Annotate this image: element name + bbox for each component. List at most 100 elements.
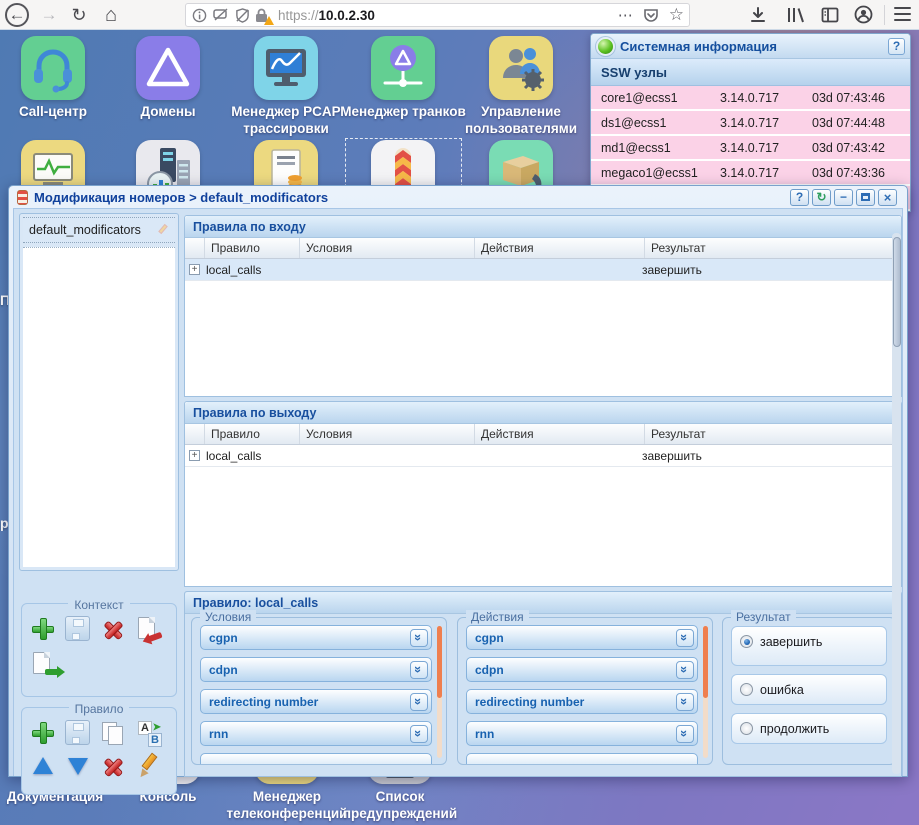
expand-panel-button[interactable]: » bbox=[676, 693, 694, 711]
action-label: cgpn bbox=[467, 631, 676, 645]
rule-name: local_calls bbox=[200, 263, 291, 277]
copy-rule-button[interactable] bbox=[100, 720, 127, 747]
rule-row[interactable]: + local_calls завершить bbox=[185, 445, 901, 467]
app-tile-trunk-manager[interactable] bbox=[371, 36, 435, 100]
expand-panel-button[interactable]: » bbox=[676, 629, 694, 647]
rule-row-selected[interactable]: + local_calls завершить bbox=[185, 259, 901, 281]
column-header[interactable]: Результат bbox=[645, 238, 901, 258]
reload-icon[interactable]: ↻ bbox=[66, 2, 92, 28]
bookmark-star-icon[interactable]: ☆ bbox=[669, 5, 684, 25]
insecure-lock-warning-icon[interactable] bbox=[255, 8, 271, 23]
actions-scrollbar[interactable] bbox=[703, 626, 708, 758]
save-rule-button[interactable] bbox=[65, 720, 92, 747]
context-list-empty-area[interactable] bbox=[23, 247, 175, 567]
expand-panel-button[interactable]: » bbox=[410, 725, 428, 743]
rename-rule-button[interactable]: A➤B bbox=[135, 720, 162, 747]
help-button[interactable]: ? bbox=[888, 38, 905, 55]
app-tile-pcap-manager[interactable] bbox=[254, 36, 318, 100]
action-item-partial[interactable] bbox=[466, 753, 698, 764]
window-help-button[interactable]: ? bbox=[790, 189, 809, 206]
rule-toolbox-legend: Правило bbox=[69, 702, 130, 716]
expand-panel-button[interactable]: » bbox=[410, 629, 428, 647]
column-header[interactable]: Результат bbox=[645, 424, 901, 444]
back-icon[interactable]: ← bbox=[5, 3, 29, 27]
result-option-label: завершить bbox=[760, 635, 822, 649]
trunk-node-icon bbox=[371, 36, 435, 100]
ssw-node-row[interactable]: core1@ecss1 3.14.0.717 03d 07:43:46 bbox=[591, 86, 910, 111]
column-header[interactable]: Действия bbox=[475, 424, 645, 444]
move-rule-up-button[interactable] bbox=[30, 753, 57, 780]
ssw-node-row[interactable]: megaco1@ecss1 3.14.0.717 03d 07:43:36 bbox=[591, 161, 910, 186]
expand-panel-button[interactable]: » bbox=[410, 661, 428, 679]
action-item[interactable]: rnn » bbox=[466, 721, 698, 746]
expand-row-icon[interactable]: + bbox=[189, 264, 200, 275]
edit-pencil-icon[interactable] bbox=[156, 224, 169, 237]
context-list-item-selected[interactable]: default_modificators bbox=[23, 217, 175, 243]
action-item[interactable]: cgpn » bbox=[466, 625, 698, 650]
column-header[interactable]: Правило bbox=[205, 424, 300, 444]
radio-icon[interactable] bbox=[740, 722, 753, 735]
edit-rule-button[interactable] bbox=[135, 753, 162, 780]
window-titlebar[interactable]: Модификация номеров > default_modificato… bbox=[9, 186, 907, 208]
pocket-icon[interactable] bbox=[643, 8, 659, 23]
page-info-icon[interactable] bbox=[192, 8, 207, 23]
permissions-icon[interactable] bbox=[213, 8, 229, 22]
condition-item-partial[interactable] bbox=[200, 753, 432, 764]
column-header[interactable]: Условия bbox=[300, 238, 475, 258]
condition-item[interactable]: rnn » bbox=[200, 721, 432, 746]
delete-context-button[interactable] bbox=[100, 616, 127, 643]
radio-selected-icon[interactable] bbox=[740, 635, 753, 648]
ssw-node-row[interactable]: md1@ecss1 3.14.0.717 03d 07:43:42 bbox=[591, 136, 910, 161]
move-rule-down-button[interactable] bbox=[65, 753, 92, 780]
result-option-continue[interactable]: продолжить bbox=[731, 713, 887, 744]
tracking-protection-icon[interactable] bbox=[235, 8, 250, 23]
condition-item[interactable]: redirecting number » bbox=[200, 689, 432, 714]
window-scrollbar[interactable] bbox=[892, 233, 901, 774]
ssw-node-row[interactable]: ds1@ecss1 3.14.0.717 03d 07:44:48 bbox=[591, 111, 910, 136]
forward-icon[interactable]: → bbox=[36, 2, 62, 28]
expand-panel-button[interactable]: » bbox=[676, 661, 694, 679]
save-context-button[interactable] bbox=[65, 616, 92, 643]
library-icon[interactable] bbox=[785, 5, 807, 25]
url-bar[interactable]: https://10.0.2.30 ⋯ ☆ bbox=[185, 3, 690, 27]
column-header[interactable]: Действия bbox=[475, 238, 645, 258]
radio-icon[interactable] bbox=[740, 683, 753, 696]
url-text[interactable]: https://10.0.2.30 bbox=[278, 8, 375, 23]
double-chevron-icon: » bbox=[678, 730, 691, 737]
app-label[interactable]: Список предупреждений bbox=[320, 788, 480, 823]
window-close-button[interactable]: × bbox=[878, 189, 897, 206]
expand-panel-button[interactable]: » bbox=[676, 725, 694, 743]
window-refresh-button[interactable]: ↻ bbox=[812, 189, 831, 206]
app-label[interactable]: Управление пользователями bbox=[441, 103, 601, 138]
node-version: 3.14.0.717 bbox=[720, 91, 812, 105]
column-header[interactable]: Правило bbox=[205, 238, 300, 258]
import-context-button[interactable] bbox=[135, 616, 162, 643]
conditions-scrollbar[interactable] bbox=[437, 626, 442, 758]
system-info-header[interactable]: Системная информация ? bbox=[591, 34, 910, 59]
scrollbar-thumb[interactable] bbox=[893, 237, 901, 347]
sidebars-icon[interactable] bbox=[820, 5, 840, 25]
window-minimize-button[interactable]: − bbox=[834, 189, 853, 206]
condition-item[interactable]: cdpn » bbox=[200, 657, 432, 682]
condition-item[interactable]: cgpn » bbox=[200, 625, 432, 650]
result-option-finish[interactable]: завершить bbox=[731, 626, 887, 666]
add-rule-button[interactable] bbox=[30, 720, 57, 747]
menu-icon[interactable] bbox=[894, 7, 911, 22]
expand-panel-button[interactable]: » bbox=[410, 693, 428, 711]
page-actions-icon[interactable]: ⋯ bbox=[618, 6, 633, 24]
home-icon[interactable]: ⌂ bbox=[98, 2, 124, 28]
add-context-button[interactable] bbox=[30, 616, 57, 643]
action-item[interactable]: redirecting number » bbox=[466, 689, 698, 714]
app-tile-domains[interactable] bbox=[136, 36, 200, 100]
app-tile-call-center[interactable] bbox=[21, 36, 85, 100]
export-context-button[interactable] bbox=[30, 651, 57, 678]
expand-row-icon[interactable]: + bbox=[189, 450, 200, 461]
result-option-error[interactable]: ошибка bbox=[731, 674, 887, 705]
window-maximize-button[interactable] bbox=[856, 189, 875, 206]
app-tile-user-management[interactable] bbox=[489, 36, 553, 100]
column-header[interactable]: Условия bbox=[300, 424, 475, 444]
action-item[interactable]: cdpn » bbox=[466, 657, 698, 682]
delete-rule-button[interactable] bbox=[100, 753, 127, 780]
download-icon[interactable] bbox=[748, 5, 768, 25]
account-icon[interactable] bbox=[853, 4, 874, 25]
